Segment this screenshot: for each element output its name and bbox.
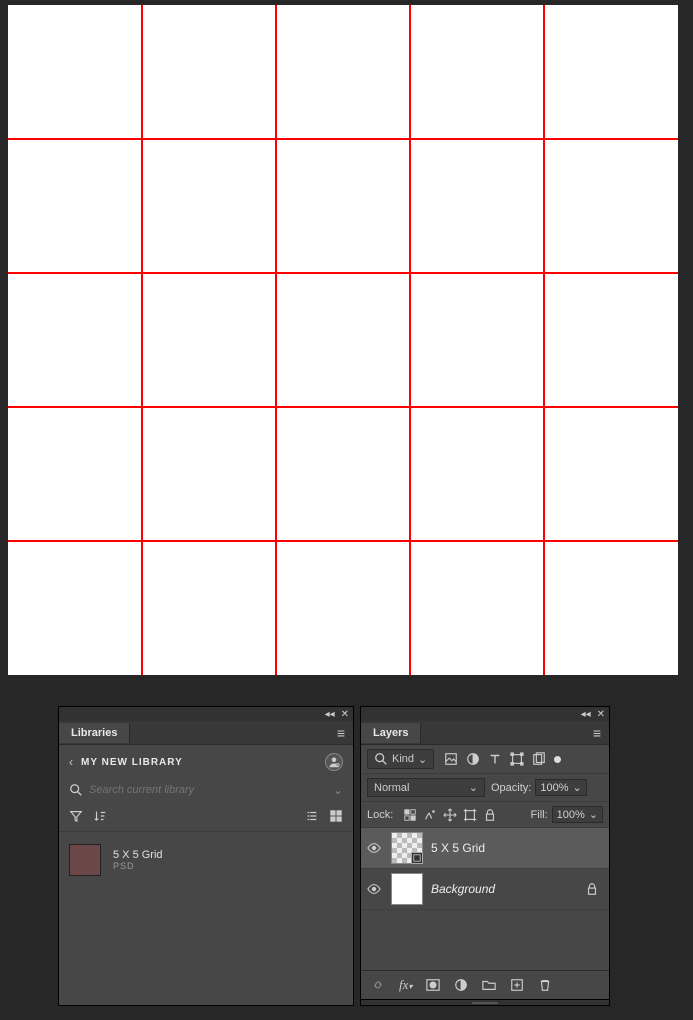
filter-kind-select[interactable]: Kind ⌄ <box>367 749 434 769</box>
lock-position-icon[interactable] <box>443 808 457 822</box>
grid-view-icon[interactable] <box>329 809 343 823</box>
close-icon[interactable]: ✕ <box>597 709 605 720</box>
lock-image-icon[interactable] <box>423 808 437 822</box>
tab-layers[interactable]: Layers <box>361 723 421 743</box>
layers-footer: fx▾ <box>361 970 609 999</box>
filter-icon[interactable] <box>69 809 83 823</box>
library-item-thumbnail <box>69 844 101 876</box>
delete-layer-icon[interactable] <box>538 978 552 992</box>
panel-menu-icon[interactable]: ≡ <box>585 725 609 741</box>
shape-filter-icon[interactable] <box>510 752 524 766</box>
filter-toggle-icon[interactable] <box>554 756 561 763</box>
panel-tabs: Layers ≡ <box>361 721 609 745</box>
layer-row[interactable]: 5 X 5 Grid <box>361 828 609 869</box>
fill-label: Fill: <box>531 809 548 821</box>
panel-topbar: ◂◂ ✕ <box>361 707 609 721</box>
link-layers-icon[interactable] <box>371 978 385 992</box>
panel-menu-icon[interactable]: ≡ <box>329 725 353 741</box>
add-people-icon[interactable] <box>325 753 343 771</box>
lock-transparency-icon[interactable] <box>403 808 417 822</box>
chevron-down-icon: ⌄ <box>469 781 478 794</box>
chevron-down-icon: ⌄ <box>418 753 427 766</box>
panel-tabs: Libraries ≡ <box>59 721 353 745</box>
panel-resize-handle[interactable] <box>361 999 609 1005</box>
search-icon <box>374 752 388 766</box>
tab-libraries[interactable]: Libraries <box>59 723 130 743</box>
layer-name[interactable]: 5 X 5 Grid <box>431 841 485 855</box>
fill-value: 100% <box>557 809 585 821</box>
layer-style-icon[interactable]: fx▾ <box>399 977 412 993</box>
opacity-label: Opacity: <box>491 782 531 794</box>
visibility-icon[interactable] <box>367 841 383 855</box>
library-toolbar <box>59 805 353 832</box>
search-icon <box>69 783 83 797</box>
pixel-filter-icon[interactable] <box>444 752 458 766</box>
lock-row: Lock: Fill: 100% ⌄ <box>361 802 609 828</box>
add-mask-icon[interactable] <box>426 978 440 992</box>
sort-icon[interactable] <box>93 809 107 823</box>
opacity-field[interactable]: 100% ⌄ <box>535 779 586 796</box>
blend-mode-value: Normal <box>374 782 409 794</box>
layers-panel: ◂◂ ✕ Layers ≡ Kind ⌄ Normal <box>360 706 610 1006</box>
lock-label: Lock: <box>367 809 393 821</box>
fill-field[interactable]: 100% ⌄ <box>552 806 603 823</box>
chevron-down-icon: ⌄ <box>573 781 582 794</box>
chevron-down-icon: ⌄ <box>589 808 598 821</box>
chevron-left-icon: ‹ <box>69 755 73 769</box>
library-item-name: 5 X 5 Grid <box>113 849 163 861</box>
library-search[interactable]: ⌄ <box>59 779 353 805</box>
document-canvas[interactable] <box>8 5 678 675</box>
layer-filter-row: Kind ⌄ <box>361 745 609 774</box>
visibility-icon[interactable] <box>367 882 383 896</box>
libraries-panel: ◂◂ ✕ Libraries ≡ ‹ MY NEW LIBRARY ⌄ <box>58 706 354 1006</box>
smartobj-filter-icon[interactable] <box>532 752 546 766</box>
layer-row[interactable]: Background <box>361 869 609 910</box>
smart-object-badge-icon <box>411 852 423 864</box>
adjustment-filter-icon[interactable] <box>466 752 480 766</box>
adjustment-layer-icon[interactable] <box>454 978 468 992</box>
new-group-icon[interactable] <box>482 978 496 992</box>
lock-artboard-icon[interactable] <box>463 808 477 822</box>
chevron-down-icon[interactable]: ⌄ <box>333 783 343 797</box>
close-icon[interactable]: ✕ <box>341 709 349 720</box>
type-filter-icon[interactable] <box>488 752 502 766</box>
opacity-value: 100% <box>540 782 568 794</box>
search-input[interactable] <box>89 784 333 796</box>
locked-icon[interactable] <box>585 882 603 896</box>
library-selector[interactable]: ‹ MY NEW LIBRARY <box>59 745 353 779</box>
list-view-icon[interactable] <box>305 809 319 823</box>
library-item[interactable]: 5 X 5 Grid PSD <box>59 832 353 888</box>
library-name: MY NEW LIBRARY <box>81 757 183 768</box>
collapse-icon[interactable]: ◂◂ <box>325 709 335 720</box>
layer-name[interactable]: Background <box>431 882 495 896</box>
new-layer-icon[interactable] <box>510 978 524 992</box>
library-item-type: PSD <box>113 861 163 871</box>
filter-kind-label: Kind <box>392 753 414 765</box>
lock-all-icon[interactable] <box>483 808 497 822</box>
blend-row: Normal ⌄ Opacity: 100% ⌄ <box>361 774 609 802</box>
collapse-icon[interactable]: ◂◂ <box>581 709 591 720</box>
panel-topbar: ◂◂ ✕ <box>59 707 353 721</box>
blend-mode-select[interactable]: Normal ⌄ <box>367 778 485 797</box>
layer-thumbnail[interactable] <box>391 873 423 905</box>
layer-thumbnail[interactable] <box>391 832 423 864</box>
